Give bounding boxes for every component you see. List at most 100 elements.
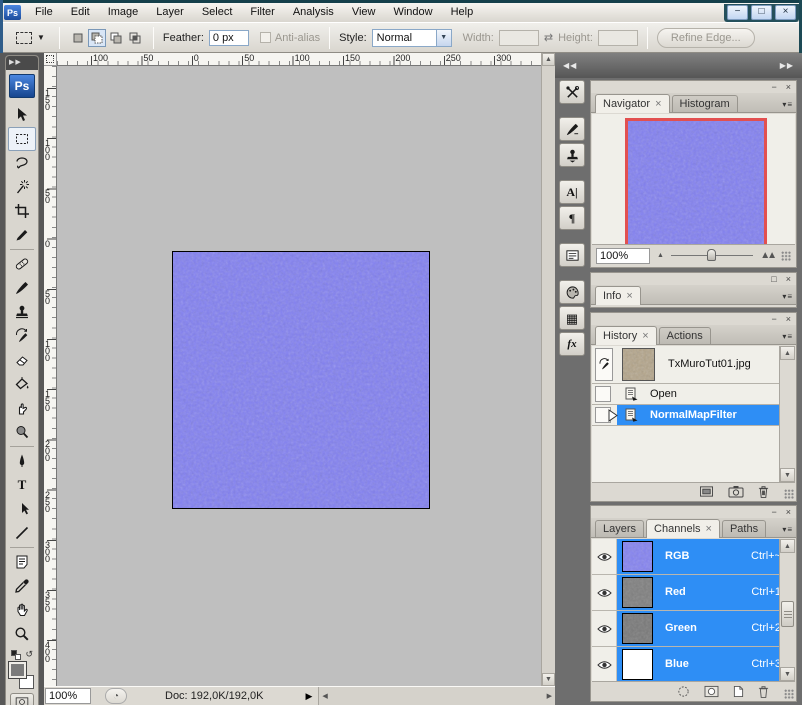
- paragraph-icon[interactable]: ¶: [559, 206, 585, 230]
- scrollbar-thumb[interactable]: [781, 601, 794, 627]
- tool-clone-stamp[interactable]: [8, 300, 36, 324]
- channel-row-blue[interactable]: BlueCtrl+3: [592, 647, 795, 681]
- scroll-up-icon[interactable]: ▲: [542, 53, 555, 66]
- tool-line[interactable]: [8, 521, 36, 545]
- tool-zoom[interactable]: [8, 622, 36, 646]
- history-brush-source-well[interactable]: [595, 348, 613, 381]
- collapse-dock-icon[interactable]: ◀◀: [563, 61, 577, 70]
- scroll-left-icon[interactable]: ◀: [322, 692, 327, 700]
- tab-close-icon[interactable]: ×: [706, 523, 712, 535]
- horizontal-ruler[interactable]: 10050050100150200250300350: [57, 53, 541, 66]
- status-flyout-icon[interactable]: ▶: [305, 691, 312, 702]
- new-channel-icon[interactable]: [733, 685, 744, 698]
- channel-row-red[interactable]: RedCtrl+1: [592, 575, 795, 611]
- menu-help[interactable]: Help: [442, 3, 483, 22]
- scroll-down-icon[interactable]: ▼: [780, 667, 795, 681]
- history-state-open[interactable]: Open: [592, 384, 795, 405]
- tool-rectangular-marquee[interactable]: [8, 127, 36, 151]
- panel-minimize-icon[interactable]: −: [771, 82, 776, 92]
- layer-comps-icon[interactable]: [559, 243, 585, 267]
- tab-close-icon[interactable]: ×: [642, 330, 648, 342]
- history-state-normalmapfilter[interactable]: NormalMapFilter: [592, 405, 795, 426]
- tool-move[interactable]: [8, 103, 36, 127]
- swatches-icon[interactable]: ▦: [559, 306, 585, 330]
- visibility-eye-icon[interactable]: [592, 611, 617, 646]
- panel-close-icon[interactable]: ×: [786, 507, 791, 517]
- canvas-viewport[interactable]: [57, 66, 541, 686]
- document-image[interactable]: [172, 251, 430, 509]
- ruler-origin[interactable]: [44, 53, 57, 66]
- tool-type[interactable]: T: [8, 473, 36, 497]
- new-selection-button[interactable]: [69, 29, 87, 47]
- tab-navigator[interactable]: Navigator ×: [595, 94, 670, 113]
- tool-pen[interactable]: [8, 449, 36, 473]
- tool-slice[interactable]: [8, 223, 36, 247]
- height-input[interactable]: [598, 30, 638, 46]
- panel-close-icon[interactable]: ×: [786, 314, 791, 324]
- tool-history-brush[interactable]: [8, 324, 36, 348]
- history-snapshot-row[interactable]: TxMuroTut01.jpg: [592, 346, 795, 384]
- vertical-ruler[interactable]: 1 5 01 0 05 005 01 0 01 5 02 0 02 5 03 0…: [44, 66, 57, 686]
- panel-close-icon[interactable]: ×: [786, 274, 791, 284]
- current-state-pointer-icon[interactable]: [608, 409, 618, 422]
- snapshot-thumbnail[interactable]: [622, 348, 655, 381]
- tab-history[interactable]: History ×: [595, 326, 657, 345]
- tool-lasso[interactable]: [8, 151, 36, 175]
- menu-filter[interactable]: Filter: [241, 3, 283, 22]
- new-document-from-state-icon[interactable]: [699, 485, 714, 498]
- menu-view[interactable]: View: [343, 3, 385, 22]
- resize-grip[interactable]: [784, 689, 794, 699]
- panel-restore-icon[interactable]: □: [771, 274, 776, 284]
- visibility-eye-icon[interactable]: [592, 575, 617, 610]
- save-selection-as-channel-icon[interactable]: [704, 685, 719, 698]
- expand-dock-icon[interactable]: ▶▶: [780, 61, 794, 70]
- scroll-up-icon[interactable]: ▲: [780, 539, 795, 553]
- resize-grip[interactable]: [784, 489, 794, 499]
- add-to-selection-button[interactable]: [88, 29, 106, 47]
- history-scrollbar[interactable]: ▲ ▼: [779, 346, 795, 482]
- style-select[interactable]: Normal ▼: [372, 29, 452, 47]
- swap-colors-icon[interactable]: ↺: [25, 649, 33, 660]
- panel-minimize-icon[interactable]: −: [771, 507, 776, 517]
- collapse-toolbox-button[interactable]: ▶▶: [6, 56, 38, 70]
- channels-scrollbar[interactable]: ▲ ▼: [779, 539, 795, 681]
- visibility-eye-icon[interactable]: [592, 539, 617, 574]
- tab-channels[interactable]: Channels ×: [646, 519, 720, 538]
- tab-close-icon[interactable]: ×: [655, 98, 661, 110]
- width-input[interactable]: [499, 30, 539, 46]
- delete-icon[interactable]: [758, 485, 769, 498]
- scroll-right-icon[interactable]: ▶: [547, 692, 552, 700]
- menu-file[interactable]: File: [26, 3, 62, 22]
- delete-icon[interactable]: [758, 685, 769, 698]
- tab-actions[interactable]: Actions: [659, 327, 711, 344]
- history-brush-well[interactable]: [595, 386, 611, 402]
- close-button[interactable]: ×: [775, 5, 796, 20]
- feather-input[interactable]: 0 px: [209, 30, 249, 46]
- swap-dimensions-icon[interactable]: ⇄: [544, 31, 553, 44]
- tool-healing-brush[interactable]: [8, 252, 36, 276]
- brushes-icon[interactable]: [559, 117, 585, 141]
- tab-close-icon[interactable]: ×: [626, 290, 632, 302]
- scroll-down-icon[interactable]: ▼: [780, 468, 795, 482]
- scroll-up-icon[interactable]: ▲: [780, 346, 795, 360]
- tool-eyedropper[interactable]: [8, 574, 36, 598]
- intersect-selection-button[interactable]: [126, 29, 144, 47]
- zoom-in-icon[interactable]: ▲▲: [760, 250, 774, 261]
- foreground-color-swatch[interactable]: [9, 662, 26, 678]
- tool-magic-wand[interactable]: [8, 175, 36, 199]
- panel-close-icon[interactable]: ×: [786, 82, 791, 92]
- channel-row-green[interactable]: GreenCtrl+2: [592, 611, 795, 647]
- zoom-slider-thumb[interactable]: [707, 249, 716, 261]
- color-icon[interactable]: [559, 280, 585, 304]
- tool-brush[interactable]: [8, 276, 36, 300]
- refine-edge-button[interactable]: Refine Edge...: [657, 28, 755, 48]
- load-selection-icon[interactable]: [677, 685, 690, 698]
- horizontal-scrollbar[interactable]: ◀ ▶: [318, 687, 555, 705]
- panel-menu-icon[interactable]: ▾≡: [782, 292, 793, 301]
- tool-hand[interactable]: [8, 598, 36, 622]
- default-colors-icon[interactable]: [11, 650, 21, 660]
- navigator-zoom-input[interactable]: 100%: [596, 248, 650, 264]
- panel-menu-icon[interactable]: ▾≡: [782, 332, 793, 341]
- tool-crop[interactable]: [8, 199, 36, 223]
- panel-minimize-icon[interactable]: −: [771, 314, 776, 324]
